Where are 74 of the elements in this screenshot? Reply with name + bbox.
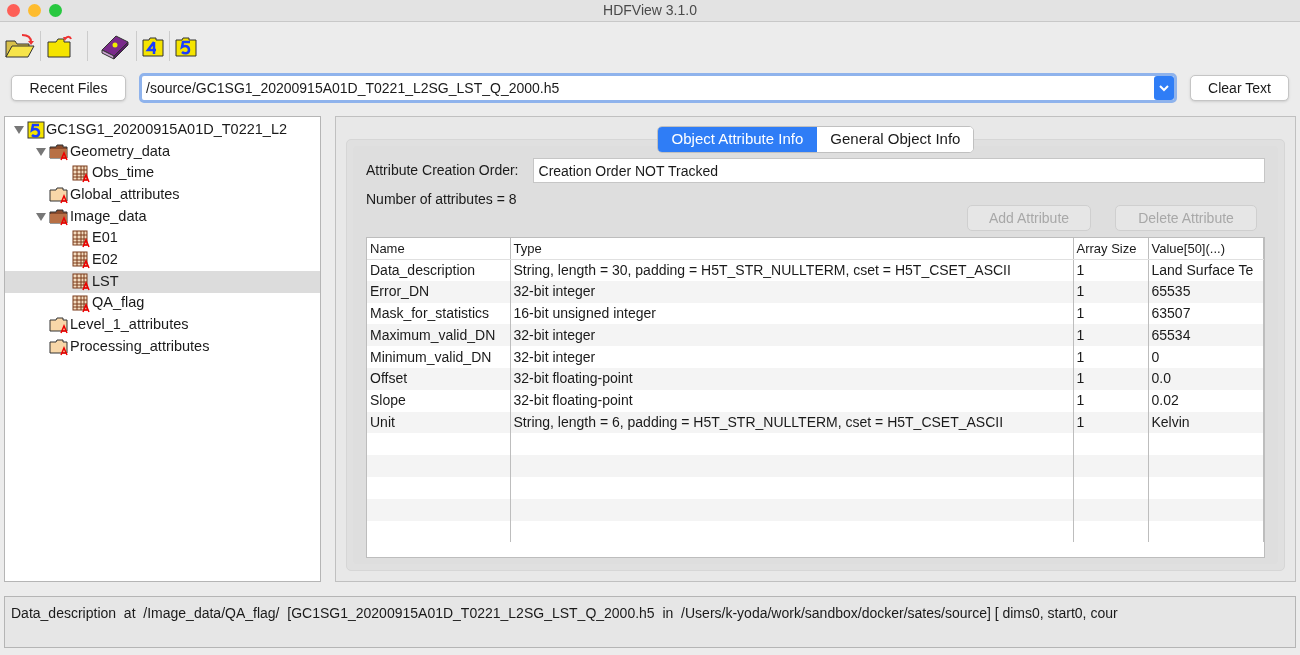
column-header[interactable]: Value[50](...): [1148, 238, 1263, 259]
clear-text-button[interactable]: Clear Text: [1190, 75, 1289, 101]
open-folder-icon[interactable]: [4, 33, 36, 59]
creation-order-field[interactable]: Creation Order NOT Tracked: [532, 158, 1265, 183]
dataset-grid-icon: [71, 250, 91, 270]
tree-item[interactable]: Obs_time: [5, 162, 320, 185]
folder-icon: [49, 337, 69, 356]
table-cell: 32-bit integer: [510, 280, 1073, 303]
table-cell: 0.0: [1148, 368, 1263, 390]
tree-label: Processing_attributes: [70, 336, 210, 356]
tree-item[interactable]: Processing_attributes: [5, 335, 320, 358]
table-cell: Offset: [367, 368, 510, 390]
tree-label: GC1SG1_20200915A01D_T0221_L2: [46, 119, 288, 139]
folder-icon[interactable]: [174, 34, 198, 58]
field-label: Attribute Creation Order:: [366, 161, 519, 180]
tree-item[interactable]: Geometry_data: [5, 140, 320, 163]
tree-item[interactable]: Global_attributes: [5, 184, 320, 206]
tree-label: E01: [92, 228, 118, 248]
table-cell: 65535: [1148, 280, 1263, 303]
tree-label: Image_data: [70, 206, 147, 226]
table-cell: 1: [1073, 368, 1148, 390]
folder-icon: [49, 316, 69, 335]
window-title: HDFView 3.1.0: [603, 1, 697, 20]
table-cell: 1: [1073, 259, 1148, 281]
table-cell: 32-bit integer: [510, 346, 1073, 368]
tree-label: E02: [92, 250, 118, 270]
attribute-count: Number of attributes = 8: [366, 190, 517, 209]
table-cell: Minimum_valid_DN: [367, 346, 510, 368]
folder-icon: [49, 185, 69, 204]
folder-icon[interactable]: [141, 34, 165, 58]
tree-item[interactable]: LST: [5, 270, 320, 293]
dataset-grid-icon: [71, 163, 91, 183]
close-button[interactable]: [7, 4, 20, 17]
tree-label: QA_flag: [92, 293, 145, 313]
column-header[interactable]: Name: [367, 238, 510, 259]
table-cell: 32-bit floating-point: [510, 389, 1073, 412]
table-cell: 1: [1073, 389, 1148, 412]
table-cell: 1: [1073, 280, 1148, 303]
tree-item[interactable]: QA_flag: [5, 292, 320, 315]
tree-item[interactable]: Image_data: [5, 205, 320, 228]
tree-item[interactable]: E02: [5, 249, 320, 271]
hdf5-file-icon: [27, 120, 45, 139]
table-cell: Slope: [367, 389, 510, 412]
table-cell: 32-bit floating-point: [510, 368, 1073, 390]
file-path-combobox[interactable]: /source/GC1SG1_20200915A01D_T0221_L2SG_LST_Q_2000.h5: [139, 73, 1177, 103]
tree-label: Obs_time: [92, 163, 155, 183]
column-header[interactable]: Array Size: [1073, 238, 1148, 259]
table-cell: Error_DN: [367, 280, 510, 303]
table-cell: 0: [1148, 346, 1263, 368]
column-header[interactable]: Type: [510, 238, 1073, 259]
folder-icon: [49, 207, 69, 226]
dataset-grid-icon: [71, 293, 91, 313]
expanded-triangle-icon[interactable]: [35, 211, 47, 222]
folder-icon: [49, 142, 69, 161]
table-cell: Data_description: [367, 259, 510, 281]
dataset-grid-icon: [71, 272, 91, 292]
expanded-triangle-icon[interactable]: [13, 124, 25, 135]
dataset-grid-icon: [71, 228, 91, 248]
tab[interactable]: Object Attribute Info: [657, 127, 818, 152]
tree-label: Geometry_data: [70, 141, 170, 161]
status-message: Data_description at /Image_data/QA_flag/ [GC1SG1_20200915A01D_T0221_L2SG_LST_Q_2000.h5 in /Users/k-yoda/work/sandbox/docker/sates/source] [ dims0, start0, cour: [11, 605, 1118, 621]
tree-label: Level_1_attributes: [70, 315, 189, 335]
expanded-triangle-icon[interactable]: [35, 146, 47, 157]
table-cell: Land Surface Te: [1148, 259, 1263, 281]
tree-item[interactable]: E01: [5, 227, 320, 250]
tree-item[interactable]: GC1SG1_20200915A01D_T0221_L2: [5, 119, 320, 141]
table-cell: 1: [1073, 346, 1148, 368]
tree-label: LST: [92, 271, 119, 291]
table-cell: String, length = 30, padding = H5T_STR_NULLTERM, cset = H5T_CSET_ASCII: [510, 259, 1073, 281]
tree-item[interactable]: Level_1_attributes: [5, 314, 320, 336]
table-cell: 0.02: [1148, 389, 1263, 412]
tree-label: Global_attributes: [70, 185, 180, 205]
folder-icon[interactable]: [45, 33, 75, 59]
recent-files-button[interactable]: Recent Files: [11, 75, 126, 101]
